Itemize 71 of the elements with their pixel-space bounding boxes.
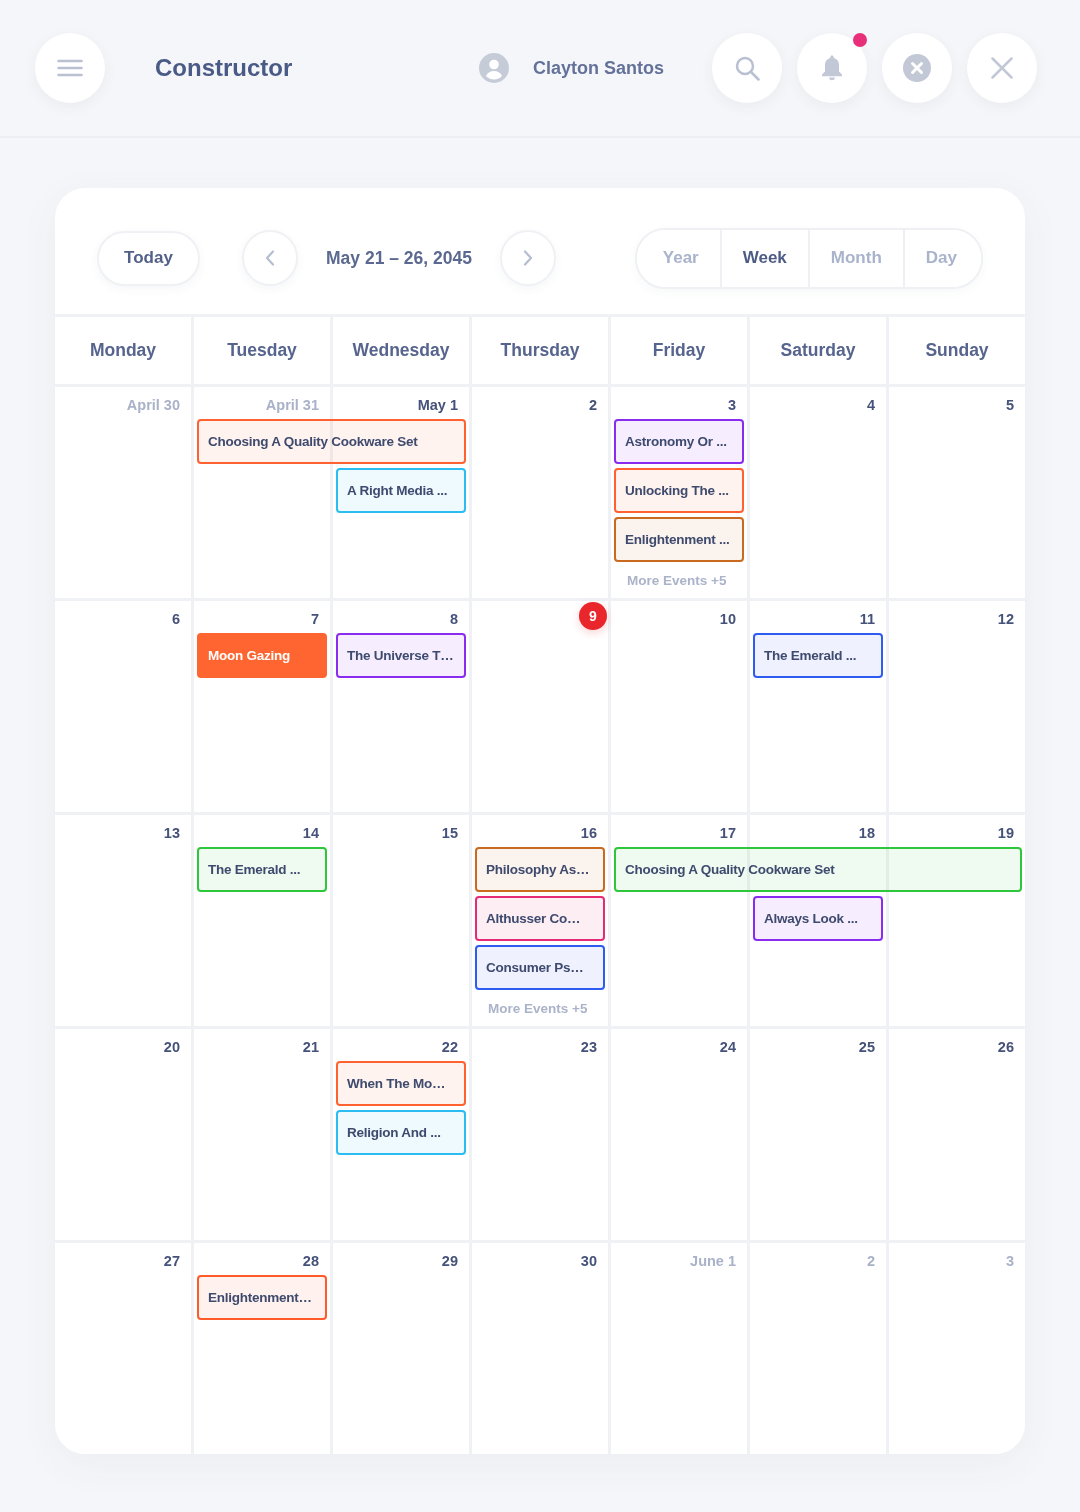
day-number: 24 — [719, 1038, 736, 1056]
day-number: 20 — [163, 1038, 180, 1056]
day-number: 26 — [997, 1038, 1014, 1056]
event-chip[interactable]: Philosophy As… — [475, 847, 605, 892]
day-number: 3 — [1005, 1252, 1014, 1270]
day-number: 29 — [441, 1252, 458, 1270]
user-avatar-icon — [478, 53, 509, 83]
day-number: 25 — [858, 1038, 875, 1056]
day-number: 11 — [859, 610, 875, 628]
day-number: 7 — [310, 610, 319, 628]
day-number: 21 — [302, 1038, 319, 1056]
chevron-right-icon — [522, 250, 533, 266]
day-number: 10 — [719, 610, 736, 628]
weekday-header: Wednesday — [333, 317, 469, 384]
day-number: 8 — [449, 610, 458, 628]
day-number: 30 — [580, 1252, 597, 1270]
day-number: 2 — [588, 396, 597, 414]
event-chip[interactable]: When The Mo… — [336, 1061, 466, 1106]
event-chip[interactable]: Choosing A Quality Cookware Set — [197, 419, 466, 464]
app-title: Constructor — [155, 54, 293, 82]
view-tab[interactable]: Week — [719, 229, 808, 287]
event-chip[interactable]: Religion And ... — [336, 1110, 466, 1155]
day-number: 22 — [441, 1038, 458, 1056]
day-number: 12 — [997, 610, 1014, 628]
chevron-left-icon — [265, 250, 275, 266]
event-chip[interactable]: Enlightenment… — [197, 1275, 327, 1320]
bell-icon — [821, 55, 843, 81]
day-number: 17 — [719, 824, 736, 842]
day-number: 3 — [727, 396, 736, 414]
day-number: 19 — [997, 824, 1014, 842]
event-chip[interactable]: Consumer Ps… — [475, 945, 605, 990]
event-chip[interactable]: Enlightenment ... — [614, 517, 744, 562]
day-number: 18 — [858, 824, 875, 842]
event-chip[interactable]: Unlocking The ... — [614, 468, 744, 513]
day-number: June 1 — [690, 1252, 736, 1270]
close-icon — [991, 57, 1013, 79]
event-chip[interactable]: The Universe T… — [336, 633, 466, 678]
previous-button[interactable] — [242, 230, 298, 286]
event-chip[interactable]: A Right Media ... — [336, 468, 466, 513]
day-number: 16 — [580, 824, 597, 842]
event-chip[interactable]: Always Look ... — [753, 896, 883, 941]
day-number: 14 — [302, 824, 319, 842]
day-number: May 1 — [417, 396, 458, 414]
day-number: 28 — [302, 1252, 319, 1270]
event-chip[interactable]: Astronomy Or ... — [614, 419, 744, 464]
weekday-header: Thursday — [472, 317, 608, 384]
event-chip[interactable]: The Emerald ... — [753, 633, 883, 678]
today-button[interactable]: Today — [97, 230, 200, 286]
day-number: April 30 — [126, 396, 180, 414]
date-range: May 21 – 26, 2045 — [326, 247, 472, 269]
day-number: April 31 — [265, 396, 319, 414]
search-icon — [734, 55, 760, 81]
weekday-header: Tuesday — [194, 317, 330, 384]
day-number: 6 — [171, 610, 180, 628]
event-chip[interactable]: Althusser Co… — [475, 896, 605, 941]
weekday-header: Sunday — [889, 317, 1025, 384]
weekday-header: Saturday — [750, 317, 886, 384]
menu-icon — [57, 59, 83, 77]
weekday-header: Monday — [55, 317, 191, 384]
day-number: 27 — [163, 1252, 180, 1270]
day-number: 15 — [441, 824, 458, 842]
event-chip[interactable]: Choosing A Quality Cookware Set — [614, 847, 1022, 892]
day-number: 2 — [866, 1252, 875, 1270]
user-name: Clayton Santos — [532, 57, 664, 79]
event-chip[interactable]: The Emerald ... — [197, 847, 327, 892]
clear-circle-icon — [903, 54, 931, 82]
day-number: 5 — [1005, 396, 1014, 414]
day-number: 13 — [163, 824, 180, 842]
weekday-header: Friday — [611, 317, 747, 384]
day-number: 4 — [866, 396, 875, 414]
day-number: 23 — [580, 1038, 597, 1056]
